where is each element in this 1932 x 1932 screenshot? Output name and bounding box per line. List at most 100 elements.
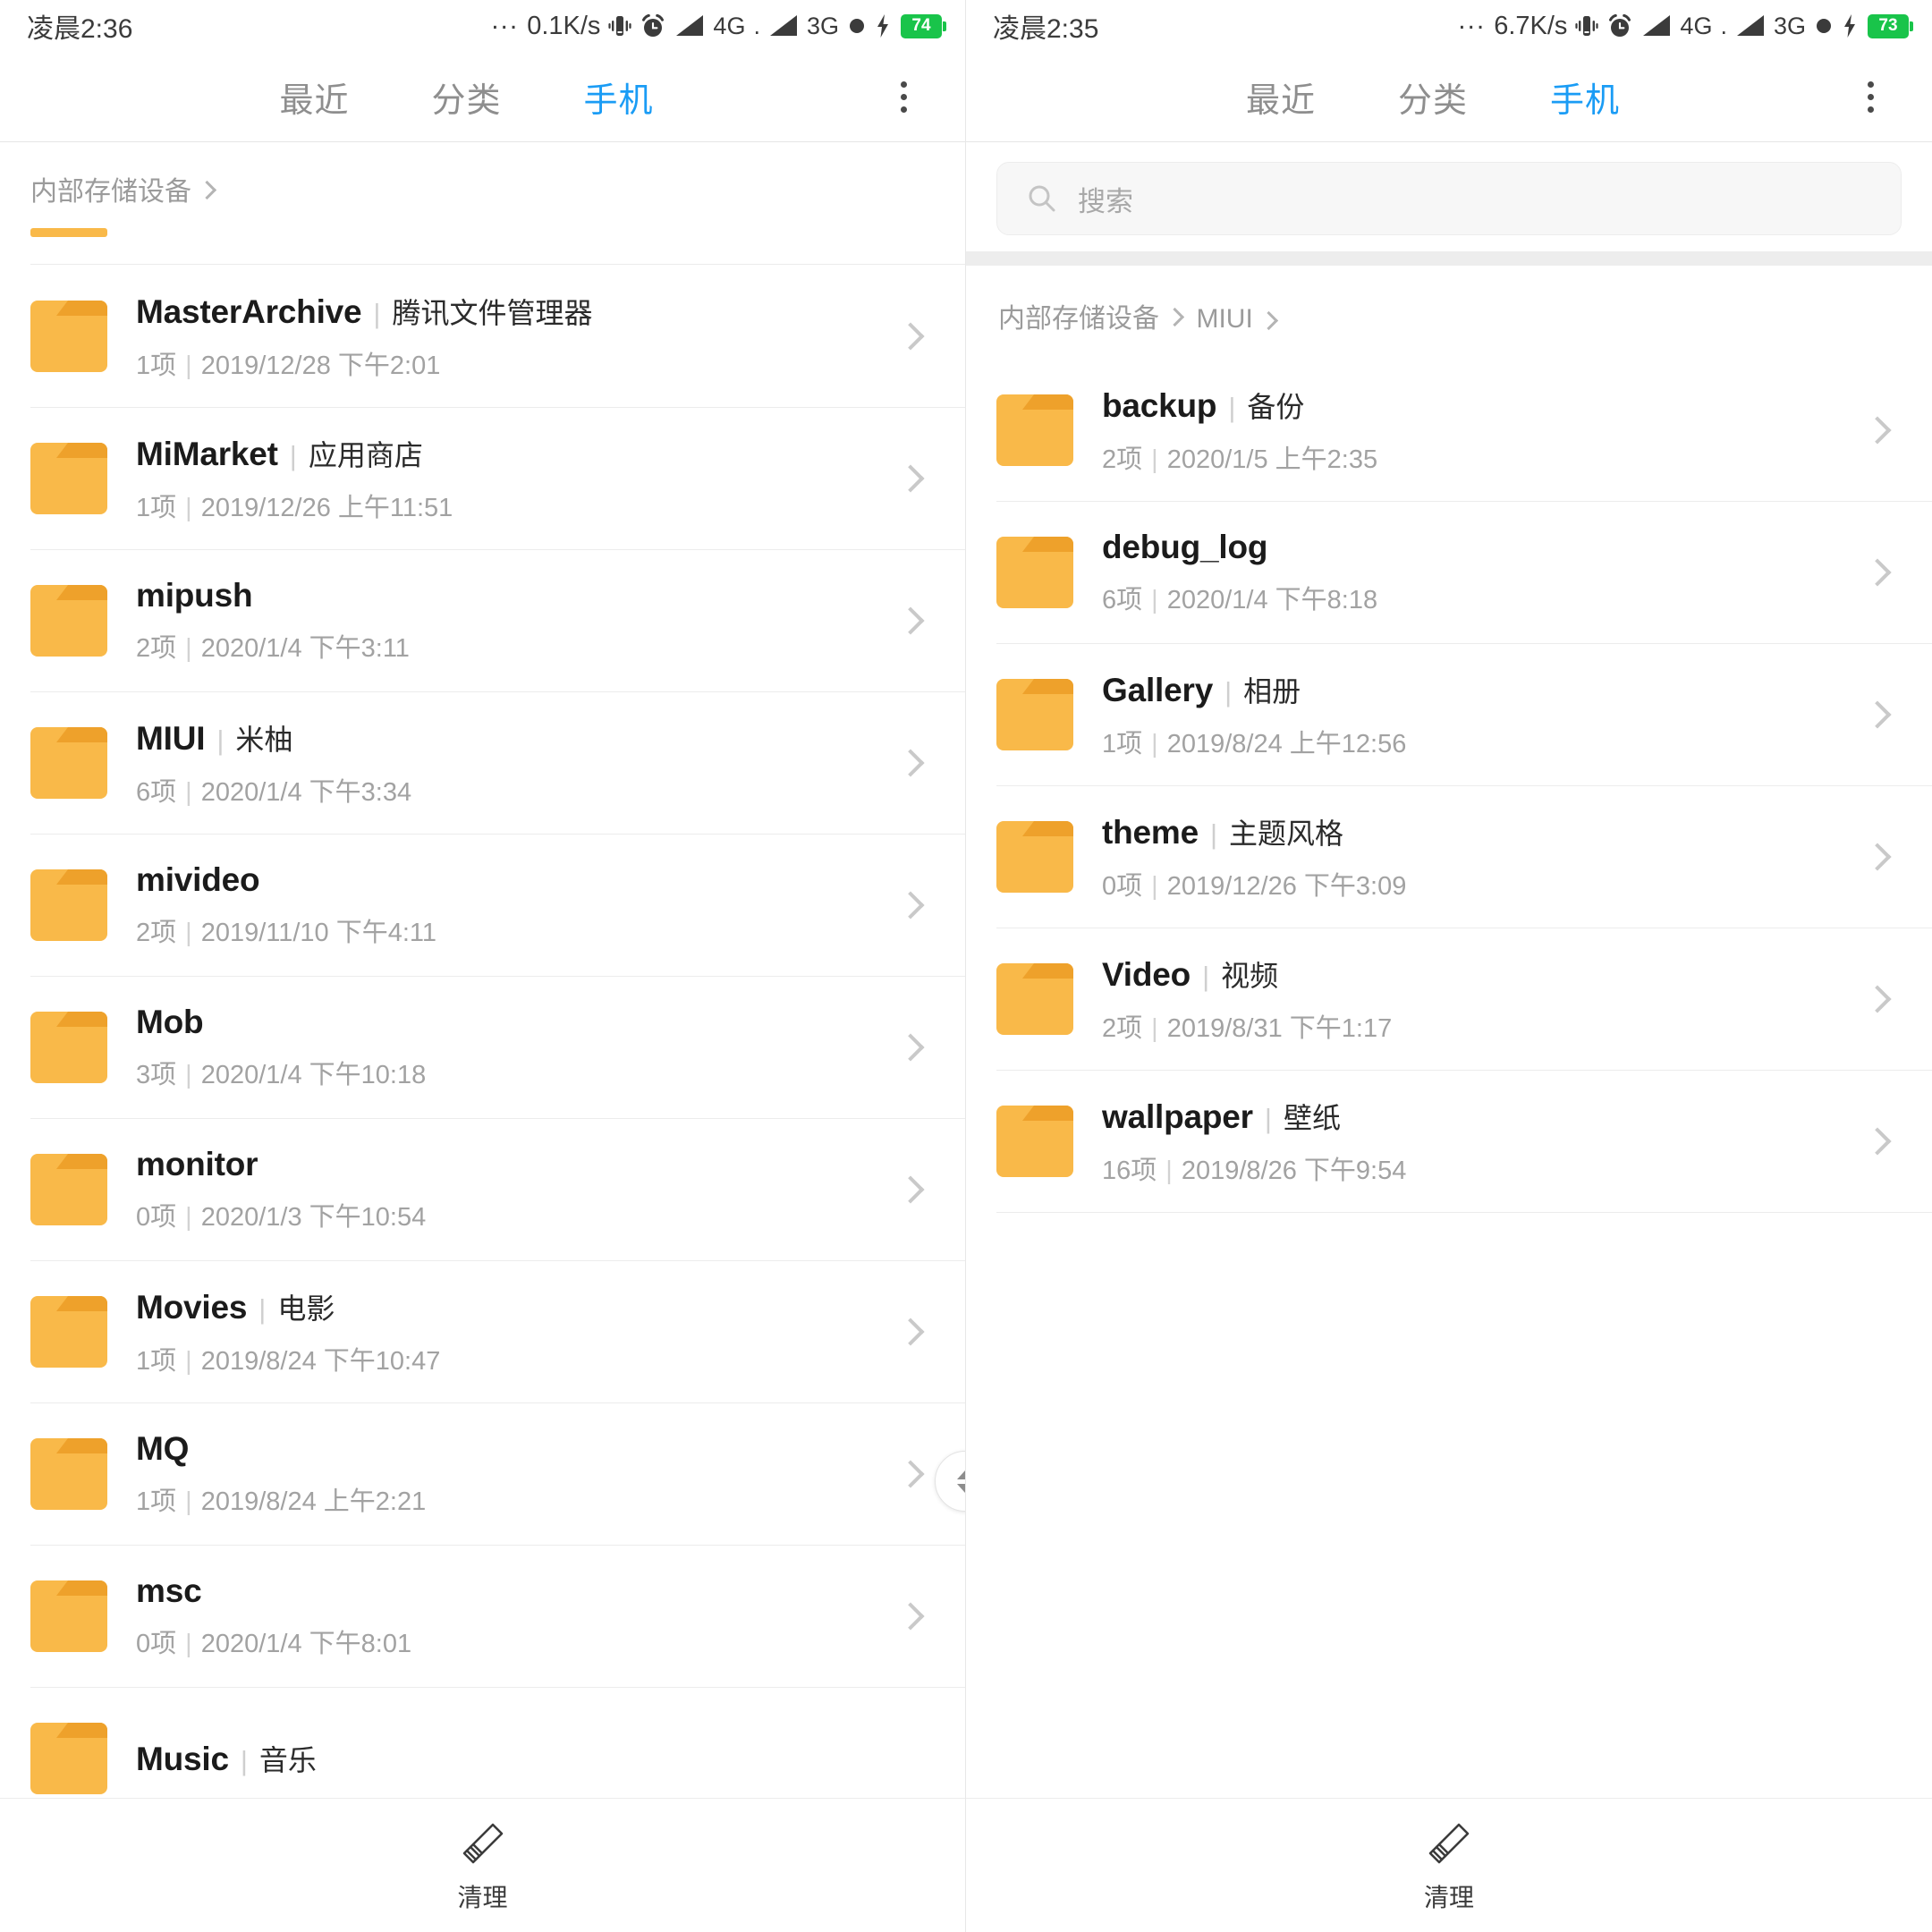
folder-icon	[30, 228, 107, 237]
file-list-left[interactable]: MasterArchive | 腾讯文件管理器 1项 | 2019/12/28 下午…	[0, 265, 965, 1798]
folder-name: msc	[136, 1572, 202, 1609]
tab-phone[interactable]: 手机	[584, 72, 654, 122]
overflow-dots-status: ...	[491, 5, 520, 35]
chevron-right-icon	[1863, 984, 1892, 1013]
list-item[interactable]: MasterArchive | 腾讯文件管理器 1项 | 2019/12/28 下午…	[0, 265, 965, 408]
list-item-text: wallpaper | 壁纸 16项 | 2019/8/26 下午9:54	[1102, 1096, 1852, 1187]
alarm-icon	[640, 13, 666, 39]
list-item[interactable]: Music | 音乐	[0, 1687, 965, 1798]
tab-categories[interactable]: 分类	[431, 72, 501, 122]
tab-categories[interactable]: 分类	[1398, 72, 1468, 122]
folder-meta: 0项 | 2019/12/26 下午3:09	[1102, 871, 1407, 901]
list-item[interactable]: monitor 0项 | 2020/1/3 下午10:54	[0, 1118, 965, 1261]
breadcrumb-item-miui[interactable]: MIUI	[1196, 304, 1278, 335]
tab-recent[interactable]: 最近	[279, 72, 349, 122]
folder-name: theme	[1102, 813, 1199, 851]
name-separator: |	[1209, 818, 1218, 850]
dnd-icon	[1814, 16, 1834, 36]
folder-name: monitor	[136, 1145, 258, 1182]
signal-bars-icon-1	[674, 13, 705, 38]
item-date: 2020/1/4 下午3:11	[200, 633, 410, 663]
list-item[interactable]: MQ 1项 | 2019/8/24 上午2:21	[0, 1402, 965, 1546]
tab-phone[interactable]: 手机	[1550, 72, 1620, 122]
breadcrumb-item-internal-storage[interactable]: 内部存储设备	[30, 169, 217, 208]
folder-icon	[30, 584, 107, 657]
list-item[interactable]: MiMarket | 应用商店 1项 | 2019/12/26 上午11:51	[0, 407, 965, 550]
folder-icon	[30, 300, 107, 372]
list-item[interactable]: Mob 3项 | 2020/1/4 下午10:18	[0, 976, 965, 1119]
bottom-bar-left[interactable]: 清理	[0, 1798, 965, 1932]
alarm-icon	[1606, 13, 1633, 39]
list-item[interactable]: Gallery | 相册 1项 | 2019/8/24 上午12:56	[966, 643, 1932, 785]
folder-icon	[30, 726, 107, 799]
item-count: 1项	[136, 493, 177, 522]
list-item[interactable]: Movies | 电影 1项 | 2019/8/24 下午10:47	[0, 1260, 965, 1403]
tab-recent[interactable]: 最近	[1246, 72, 1316, 122]
folder-alias: 米柚	[235, 723, 293, 756]
name-separator: |	[240, 1744, 248, 1776]
name-separator: |	[1224, 675, 1233, 708]
status-bar-left: 凌晨2:36 ... 0.1K/s 4G . 3G 74	[0, 0, 965, 52]
list-item[interactable]: Video | 视频 2项 | 2019/8/31 下午1:17	[966, 928, 1932, 1070]
signal-dot-1: .	[753, 12, 760, 39]
list-item[interactable]: mipush 2项 | 2020/1/4 下午3:11	[0, 549, 965, 692]
name-separator: |	[1264, 1102, 1272, 1134]
item-date: 2019/12/28 下午2:01	[200, 351, 441, 380]
chevron-right-icon	[896, 606, 925, 635]
item-date: 2019/8/31 下午1:17	[1166, 1013, 1393, 1043]
list-item[interactable]: mivideo 2项 | 2019/11/10 下午4:11	[0, 834, 965, 1513]
overflow-dot-1	[1867, 80, 1874, 88]
folder-icon	[30, 1153, 107, 1225]
overflow-menu-button[interactable]	[870, 64, 936, 130]
charging-bolt-icon	[1842, 13, 1858, 38]
list-item[interactable]: debug_log 6项 | 2020/1/4 下午8:18	[966, 501, 1932, 643]
folder-meta: 2项 | 2020/1/4 下午3:11	[136, 633, 410, 663]
overflow-dots-status: ...	[1458, 5, 1487, 35]
network-type-1: 4G	[713, 12, 746, 39]
item-count: 0项	[1102, 871, 1143, 901]
battery-indicator: 74	[901, 13, 946, 38]
search-placeholder: 搜索	[1078, 185, 1133, 217]
file-list-right[interactable]: backup | 备份 2项 | 2020/1/5 上午2:35 debug_log	[966, 359, 1932, 1798]
folder-alias: 电影	[277, 1292, 335, 1325]
status-icons: ... 0.1K/s 4G . 3G 74	[491, 7, 946, 41]
network-speed: 0.1K/s	[527, 11, 601, 40]
chevron-right-icon	[896, 1175, 925, 1204]
folder-meta: 1项 | 2019/8/24 上午2:21	[136, 1487, 427, 1516]
list-item[interactable]: wallpaper | 壁纸 16项 | 2019/8/26 下午9:54	[966, 1070, 1932, 1212]
vibrate-icon	[608, 13, 632, 39]
list-item-text: backup | 备份 2项 | 2020/1/5 上午2:35	[1102, 385, 1852, 476]
bottom-bar-right[interactable]: 清理	[966, 1798, 1932, 1932]
name-separator: |	[289, 439, 297, 471]
list-item-text: Movies | 电影 1项 | 2019/8/24 下午10:47	[136, 1286, 885, 1377]
list-item[interactable]: msc 0项 | 2020/1/4 下午8:01	[0, 1545, 965, 1688]
list-item[interactable]: theme | 主题风格 0项 | 2019/12/26 下午3:09	[966, 785, 1932, 928]
item-count: 2项	[136, 918, 177, 947]
search-input[interactable]: 搜索	[996, 162, 1902, 235]
list-item-text: MIUI | 米柚 6项 | 2020/1/4 下午3:34	[136, 717, 885, 809]
item-date: 2019/8/24 上午12:56	[1166, 729, 1407, 758]
item-date: 2019/8/24 上午2:21	[200, 1487, 427, 1516]
folder-icon	[30, 1437, 107, 1510]
breadcrumb-item-internal-storage[interactable]: 内部存储设备	[998, 296, 1185, 335]
name-separator: |	[1228, 391, 1236, 423]
list-item-text: mivideo 2项 | 2019/11/10 下午4:11	[136, 861, 885, 949]
chevron-right-icon	[1863, 415, 1892, 445]
list-item[interactable]: backup | 备份 2项 | 2020/1/5 上午2:35	[966, 359, 1932, 501]
folder-meta: 1项 | 2019/8/24 上午12:56	[1102, 729, 1407, 758]
name-separator: |	[1202, 960, 1210, 992]
folder-name: Music	[136, 1740, 229, 1777]
item-count: 2项	[1102, 445, 1143, 474]
folder-alias: 主题风格	[1229, 817, 1344, 850]
scrolled-partial-row[interactable]	[0, 228, 965, 266]
folder-name: MIUI	[136, 719, 206, 757]
tabs-right: 最近 分类 手机	[966, 72, 1837, 122]
folder-icon	[996, 820, 1073, 893]
overflow-menu-button[interactable]	[1837, 64, 1903, 130]
item-count: 3项	[136, 1060, 177, 1089]
chevron-right-icon	[1863, 1126, 1892, 1156]
list-item-text: monitor 0项 | 2020/1/3 下午10:54	[136, 1146, 885, 1233]
list-item[interactable]: MIUI | 米柚 6项 | 2020/1/4 下午3:34	[0, 691, 965, 835]
folder-alias: 腾讯文件管理器	[392, 296, 593, 329]
charging-bolt-icon	[875, 13, 891, 38]
